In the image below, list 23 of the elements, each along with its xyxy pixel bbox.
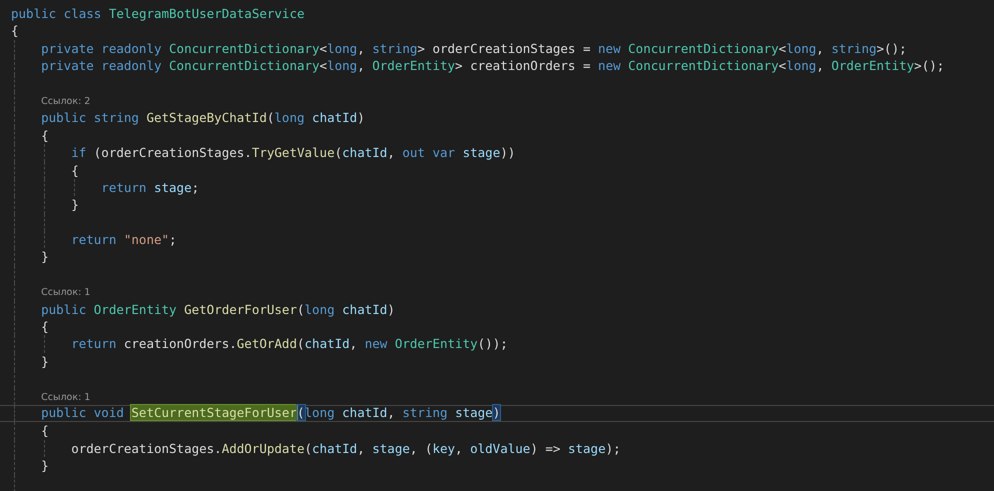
code-line: public class TelegramBotUserDataService bbox=[11, 6, 305, 21]
code-line: { bbox=[41, 423, 49, 438]
code-line: return creationOrders.GetOrAdd(chatId, new OrderEntity()); bbox=[71, 336, 508, 352]
code-line: { bbox=[41, 128, 49, 143]
code-line: return "none"; bbox=[71, 232, 177, 248]
code-line: } bbox=[41, 458, 49, 474]
code-line: } bbox=[41, 354, 49, 369]
code-line: private readonly ConcurrentDictionary<long, OrderEntity> creationOrders = new ConcurrentDictionary<long, OrderEntity>(); bbox=[41, 58, 944, 74]
code-line: if (orderCreationStages.TryGetValue(chatId, out var stage)) bbox=[71, 145, 516, 160]
code-line: { bbox=[11, 23, 19, 38]
code-line: return stage; bbox=[101, 180, 200, 195]
reference-count[interactable]: Ссылок: 1 bbox=[41, 392, 90, 403]
code-line: public void SetCurrentStageForUser(long chatId, string stage) bbox=[41, 404, 500, 420]
code-line: orderCreationStages.AddOrUpdate(chatId, stage, (key, oldValue) => stage); bbox=[71, 440, 621, 456]
reference-count[interactable]: Ссылок: 1 bbox=[41, 287, 90, 298]
reference-count[interactable]: Ссылок: 2 bbox=[41, 96, 90, 107]
code-line: { bbox=[41, 319, 49, 334]
code-line: { bbox=[71, 162, 79, 178]
code-line: } bbox=[41, 249, 49, 264]
code-line: private readonly ConcurrentDictionary<long, string> orderCreationStages = new ConcurrentDictionary<long, string>(); bbox=[41, 40, 907, 56]
code-line: public string GetStageByChatId(long chatId) bbox=[41, 110, 365, 126]
code-line: public OrderEntity GetOrderForUser(long chatId) bbox=[41, 302, 395, 317]
code-line: } bbox=[71, 197, 79, 212]
